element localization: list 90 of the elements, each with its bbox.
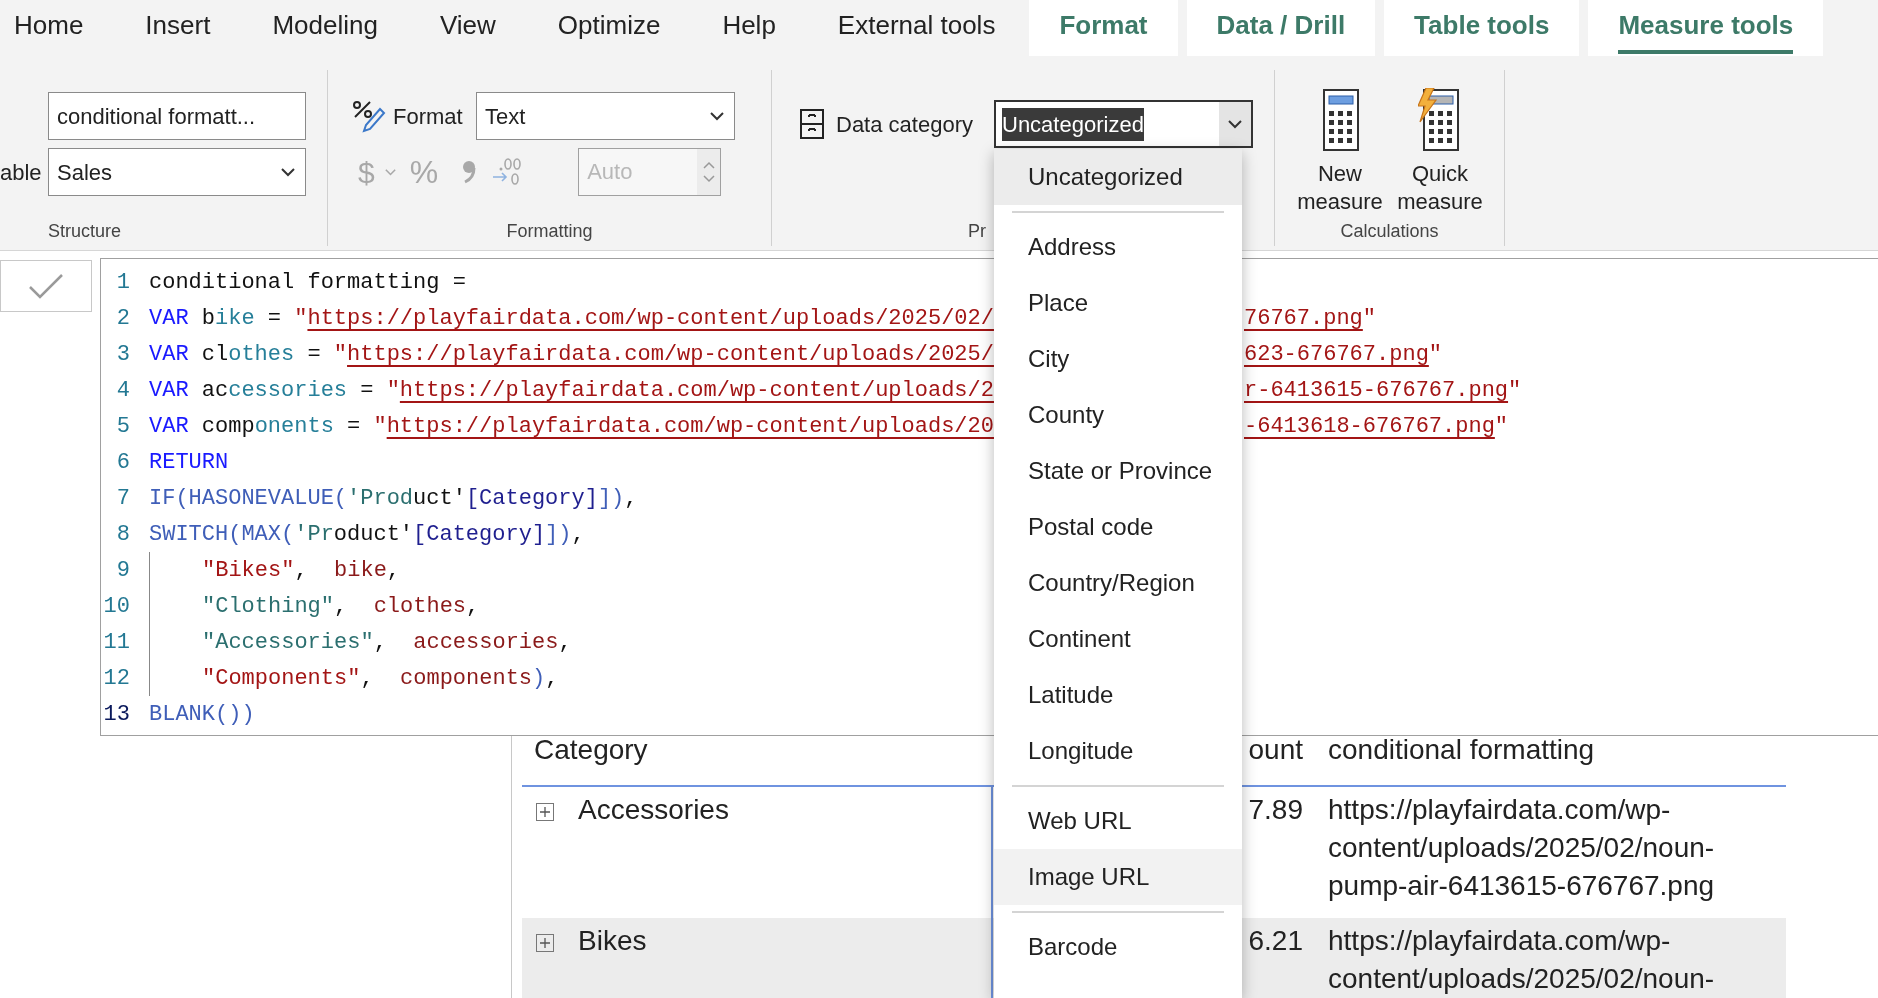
table-cell-text: Accessories [578, 793, 729, 827]
code-text: VAR accessories = "https://playfairdata.com/wp-content/uploads/2 [149, 376, 994, 405]
expand-icon[interactable] [536, 803, 554, 821]
dropdown-option[interactable]: Uncategorized [994, 149, 1242, 205]
line-number: 12 [102, 664, 130, 693]
dropdown-option[interactable]: Continent [994, 611, 1242, 667]
data-category-dropdown[interactable]: Uncategorized [994, 100, 1253, 148]
code-text: BLANK()) [149, 700, 255, 729]
group-label: Pr [967, 220, 987, 243]
ribbon-tab[interactable]: Insert [145, 0, 211, 56]
line-number: 8 [115, 520, 130, 549]
line-number: 6 [115, 448, 130, 477]
expand-icon[interactable] [536, 934, 554, 952]
line-number: 2 [115, 304, 130, 333]
decimal-icon [492, 157, 523, 187]
line-number: 4 [115, 376, 130, 405]
line-number: 10 [102, 592, 130, 621]
format-dropdown[interactable]: Text [476, 92, 735, 140]
dropdown-option[interactable]: Longitude [994, 723, 1242, 779]
ribbon-tab[interactable]: Home [14, 0, 84, 56]
line-number: 11 [102, 628, 130, 657]
field-label: Data category [836, 110, 974, 139]
code-text: RETURN [149, 448, 229, 477]
code-text: "Components", components), [202, 664, 559, 693]
ribbon-tab[interactable]: Table tools [1384, 0, 1580, 56]
group-label: Formatting [505, 220, 594, 243]
ribbon-tab[interactable]: Optimize [557, 0, 661, 56]
code-text: IF(HASONEVALUE('Product'[Category]]), [149, 484, 638, 513]
ribbon-tab[interactable]: Measure tools [1588, 0, 1824, 56]
ribbon-tab[interactable]: Format [1029, 0, 1178, 56]
ribbon-tab[interactable]: Modeling [272, 0, 378, 56]
code-text: "Accessories", accessories, [202, 628, 572, 657]
code-text: conditional formatting = [149, 268, 466, 297]
column-header[interactable]: Category [534, 736, 648, 765]
code-text: r-6413615-676767.png" [1244, 376, 1522, 405]
table-cell: 7.89 [1248, 794, 1303, 825]
dropdown-option[interactable]: Web URL [994, 793, 1242, 849]
code-text: "Clothing", clothes, [202, 592, 480, 621]
group-label: Structure [47, 220, 123, 243]
line-number: 5 [115, 412, 130, 441]
table-dropdown[interactable]: Sales [48, 148, 306, 196]
group-label: Calculations [1339, 220, 1440, 243]
line-number: 1 [115, 268, 130, 297]
dropdown-option[interactable]: Postal code [994, 499, 1242, 555]
ribbon-tab[interactable]: External tools [837, 0, 996, 56]
calculator-lightning-icon [1418, 88, 1462, 152]
ribbon-tab[interactable]: Help [722, 0, 776, 56]
chevron-down-icon [710, 111, 724, 121]
measure-button[interactable]: Quick measure [1390, 70, 1490, 216]
code-text: 76767.png" [1244, 304, 1377, 333]
dropdown-option[interactable]: Barcode [994, 919, 1242, 975]
dropdown-option[interactable]: Address [994, 219, 1242, 275]
dropdown-option[interactable]: State or Province [994, 443, 1242, 499]
checkmark-icon [28, 273, 64, 299]
chevron-down-icon [384, 168, 396, 176]
code-text: -6413618-676767.png" [1244, 412, 1509, 441]
dropdown-option[interactable]: County [994, 387, 1242, 443]
line-number: 13 [102, 700, 130, 729]
table-cell: https://playfairdata.com/wp-content/uploads/2025/02/noun- [1328, 925, 1715, 994]
measure-button[interactable]: New measure [1294, 70, 1386, 216]
chevron-down-icon [1228, 119, 1242, 129]
dropdown-option[interactable]: Country/Region [994, 555, 1242, 611]
code-text: SWITCH(MAX('Product'[Category]]), [149, 520, 585, 549]
code-text: VAR bike = "https://playfairdata.com/wp-content/uploads/2025/02/ [149, 304, 994, 333]
comma-icon [462, 160, 477, 184]
column-header[interactable]: ount [1248, 736, 1303, 765]
chevron-down-icon [281, 167, 295, 177]
line-number: 7 [115, 484, 130, 513]
drawer-cabinet-icon [800, 109, 824, 139]
code-text: VAR clothes = "https://playfairdata.com/wp-content/uploads/2025/ [149, 340, 994, 369]
dropdown-option[interactable]: Latitude [994, 667, 1242, 723]
line-number: 9 [115, 556, 130, 585]
ribbon-tab[interactable]: View [439, 0, 496, 56]
format-pencil-icon [350, 99, 386, 133]
code-text: "Bikes", bike, [202, 556, 401, 585]
name-field[interactable]: conditional formatt... [48, 92, 306, 140]
dropdown-option[interactable]: Image URL [994, 849, 1242, 905]
line-number: 3 [115, 340, 130, 369]
dropdown-option[interactable]: City [994, 331, 1242, 387]
table-cell: https://playfairdata.com/wp-content/uploads/2025/02/noun-pump-air-6413615-676767.png [1328, 794, 1715, 901]
code-text: VAR components = "https://playfairdata.com/wp-content/uploads/20 [149, 412, 994, 441]
table-cell: 6.21 [1248, 925, 1303, 956]
field-label: Format [393, 102, 464, 131]
commit-button[interactable] [0, 260, 92, 312]
column-header[interactable]: conditional formatting [1328, 736, 1595, 765]
field-label: able [0, 158, 43, 187]
code-text: 623-676767.png" [1244, 340, 1443, 369]
ribbon-tab[interactable]: Data / Drill [1186, 0, 1376, 56]
table-cell-text: Bikes [578, 924, 647, 958]
dropdown-option[interactable]: Place [994, 275, 1242, 331]
